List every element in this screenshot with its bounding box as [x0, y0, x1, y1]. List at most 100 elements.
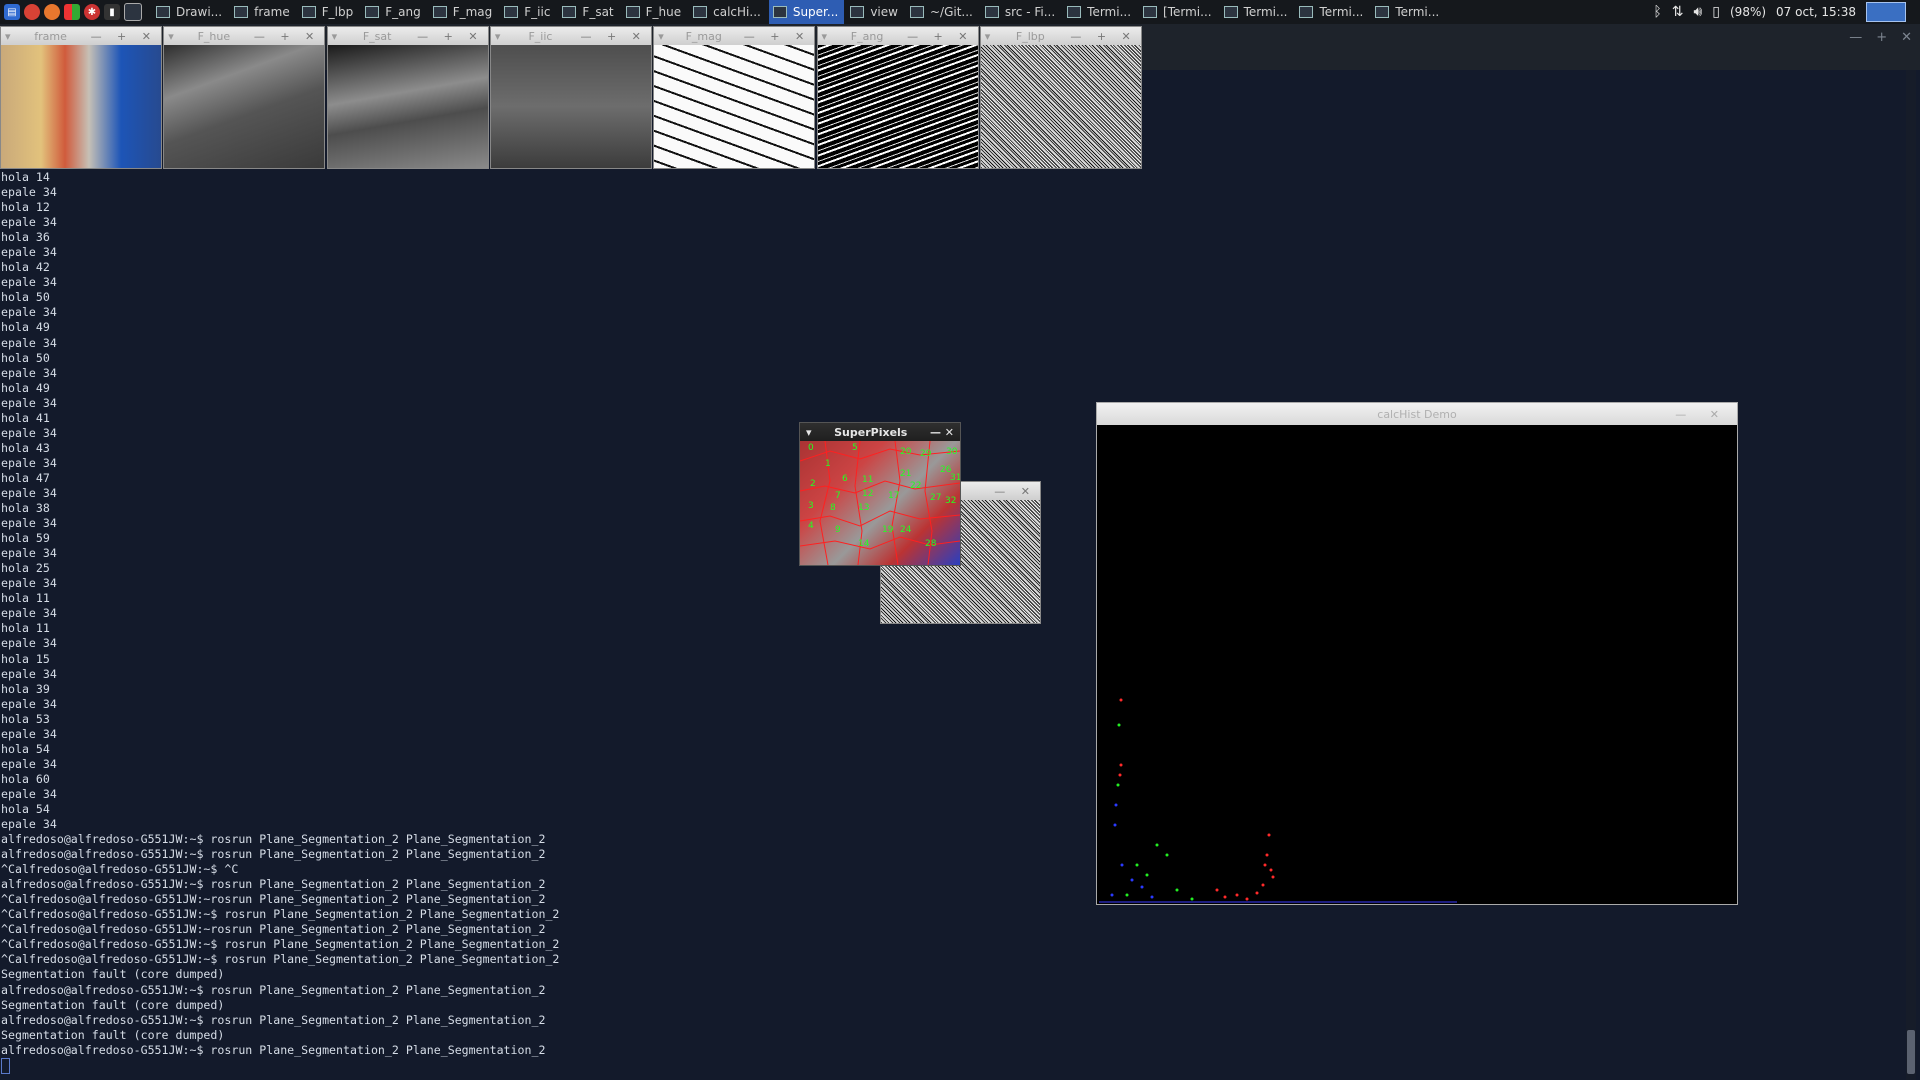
feature-window-titlebar[interactable]: ▾ frame — + ✕	[1, 27, 161, 45]
window-menu-icon[interactable]: ▾	[985, 30, 991, 43]
taskbar-item[interactable]: Super...	[768, 0, 845, 24]
maximize-icon[interactable]: +	[1876, 30, 1887, 45]
feature-window[interactable]: ▾ F_ang — + ✕	[816, 26, 979, 169]
taskbar-item-label: F_iic	[524, 5, 551, 19]
taskbar-item[interactable]: calcHi...	[689, 0, 767, 24]
workspace-switcher[interactable]	[1866, 2, 1906, 22]
window-controls[interactable]: — + ✕	[1070, 30, 1136, 43]
terminal-line: hola 50	[1, 350, 50, 365]
superpixel-label: 13	[858, 503, 870, 513]
feature-window[interactable]: ▾ frame — + ✕	[0, 26, 162, 169]
feature-window[interactable]: ▾ F_mag — + ✕	[653, 26, 816, 169]
window-controls[interactable]: — + ✕	[744, 30, 810, 43]
terminal-line: hola 39	[1, 681, 50, 696]
calchist-titlebar[interactable]: calcHist Demo — ✕	[1097, 403, 1737, 425]
window-menu-icon[interactable]: ▾	[806, 426, 812, 439]
feature-window-titlebar[interactable]: ▾ F_hue — + ✕	[164, 27, 325, 45]
volume-icon[interactable]: 🔊︎	[1693, 4, 1702, 20]
feature-window-titlebar[interactable]: ▾ F_lbp — + ✕	[980, 27, 1141, 45]
taskbar-item-label: [Termi...	[1163, 5, 1212, 19]
close-icon[interactable]: ✕	[1901, 30, 1912, 45]
window-controls[interactable]: — + ✕	[580, 30, 646, 43]
terminal-line: epale 34	[1, 666, 57, 681]
taskbar-item[interactable]: F_ang	[361, 0, 426, 24]
calchist-window[interactable]: calcHist Demo — ✕	[1096, 402, 1738, 905]
scroll-thumb[interactable]	[1907, 1030, 1915, 1074]
terminal-line: epale 34	[1, 726, 57, 741]
taskbar-item[interactable]: Termi...	[1371, 0, 1445, 24]
terminal-line: hola 60	[1, 771, 50, 786]
window-controls[interactable]: — + ✕	[417, 30, 483, 43]
terminal-output[interactable]: hola 14 epale 34 hola 12 epale 34 hola 36 epa…	[1, 170, 559, 1074]
superpixel-label: 17	[888, 491, 900, 501]
feature-window[interactable]: ▾ F_hue — + ✕	[163, 26, 326, 169]
monitor-icon[interactable]	[124, 3, 142, 21]
window-menu-icon[interactable]: ▾	[332, 30, 338, 43]
terminal-line: hola 36	[1, 230, 50, 245]
window-icon	[432, 6, 447, 18]
feature-image	[1, 45, 161, 168]
window-menu-icon[interactable]: ▾	[168, 30, 174, 43]
taskbar-item[interactable]: frame	[230, 0, 296, 24]
terminal-line: alfredoso@alfredoso-G551JW:~$ rosrun Pla…	[1, 877, 546, 892]
terminal-line: epale 34	[1, 546, 57, 561]
network-icon[interactable]: ⇅	[1672, 4, 1684, 20]
window-icon	[693, 6, 708, 18]
superpixels-window[interactable]: ▾ SuperPixels — ✕ 0 5 20 29 30 1 21 26 31 2 6 11 22 7…	[799, 422, 961, 566]
task-list: Drawi... frame F_lbp F_ang F_mag F_iic F_sat F_…	[152, 0, 1447, 24]
window-menu-icon[interactable]: ▾	[658, 30, 664, 43]
settings-icon[interactable]: ✱	[84, 4, 100, 20]
minimize-icon[interactable]: —	[1849, 30, 1862, 45]
taskbar-item[interactable]: F_sat	[558, 0, 619, 24]
taskbar-item[interactable]: Termi...	[1063, 0, 1137, 24]
feature-window-titlebar[interactable]: ▾ F_mag — + ✕	[654, 27, 815, 45]
feature-window-titlebar[interactable]: ▾ F_iic — + ✕	[490, 27, 651, 45]
terminal-line: epale 34	[1, 395, 57, 410]
menu-icon[interactable]: ▤	[4, 4, 20, 20]
terminal-launcher-icon[interactable]: ▮	[104, 4, 120, 20]
terminal-line: hola 25	[1, 561, 50, 576]
feature-image	[654, 45, 815, 168]
taskbar-item[interactable]: F_iic	[500, 0, 556, 24]
taskbar-item[interactable]: Drawi...	[152, 0, 228, 24]
terminal-line: hola 15	[1, 651, 50, 666]
terminal-line: epale 34	[1, 275, 57, 290]
bluetooth-icon[interactable]: ᛒ	[1653, 4, 1661, 20]
superpixels-titlebar[interactable]: ▾ SuperPixels — ✕	[800, 423, 960, 441]
taskbar-item[interactable]: F_lbp	[298, 0, 359, 24]
window-icon	[365, 6, 380, 18]
browser-icon[interactable]	[44, 4, 60, 20]
window-controls[interactable]: — + ✕	[254, 30, 320, 43]
apps-icon[interactable]	[64, 4, 80, 20]
taskbar-item[interactable]: F_hue	[622, 0, 688, 24]
terminal-line: hola 14	[1, 170, 50, 184]
window-menu-icon[interactable]: ▾	[5, 30, 11, 43]
taskbar-item[interactable]: Termi...	[1220, 0, 1294, 24]
taskbar-item[interactable]: [Termi...	[1139, 0, 1218, 24]
terminal-line: epale 34	[1, 636, 57, 651]
window-icon	[850, 6, 865, 18]
taskbar-item[interactable]: ~/Git...	[906, 0, 979, 24]
window-controls[interactable]: — + ✕	[907, 30, 973, 43]
terminal-line: ^Calfredoso@alfredoso-G551JW:~$ rosrun P…	[1, 937, 560, 952]
feature-window-titlebar[interactable]: ▾ F_ang — + ✕	[817, 27, 978, 45]
window-controls[interactable]: — + ✕	[91, 30, 157, 43]
terminal-line: epale 34	[1, 786, 57, 801]
taskbar-item[interactable]: view	[846, 0, 904, 24]
feature-window-titlebar[interactable]: ▾ F_sat — + ✕	[327, 27, 488, 45]
taskbar-item[interactable]: F_mag	[429, 0, 499, 24]
feature-window[interactable]: ▾ F_lbp — + ✕	[979, 26, 1142, 169]
taskbar-item[interactable]: Termi...	[1295, 0, 1369, 24]
window-menu-icon[interactable]: ▾	[495, 30, 501, 43]
terminal-line: epale 34	[1, 365, 57, 380]
window-menu-icon[interactable]: ▾	[822, 30, 828, 43]
feature-window[interactable]: ▾ F_sat — + ✕	[326, 26, 489, 169]
terminal-line: Segmentation fault (core dumped)	[1, 1027, 225, 1042]
chrome-icon[interactable]	[24, 4, 40, 20]
terminal-line: epale 34	[1, 606, 57, 621]
taskbar-item[interactable]: src - Fi...	[981, 0, 1061, 24]
feature-window[interactable]: ▾ F_iic — + ✕	[489, 26, 652, 169]
clock[interactable]: 07 oct, 15:38	[1776, 5, 1856, 19]
terminal-scrollbar[interactable]	[1906, 70, 1916, 1080]
battery-icon[interactable]: ▯	[1712, 4, 1720, 20]
